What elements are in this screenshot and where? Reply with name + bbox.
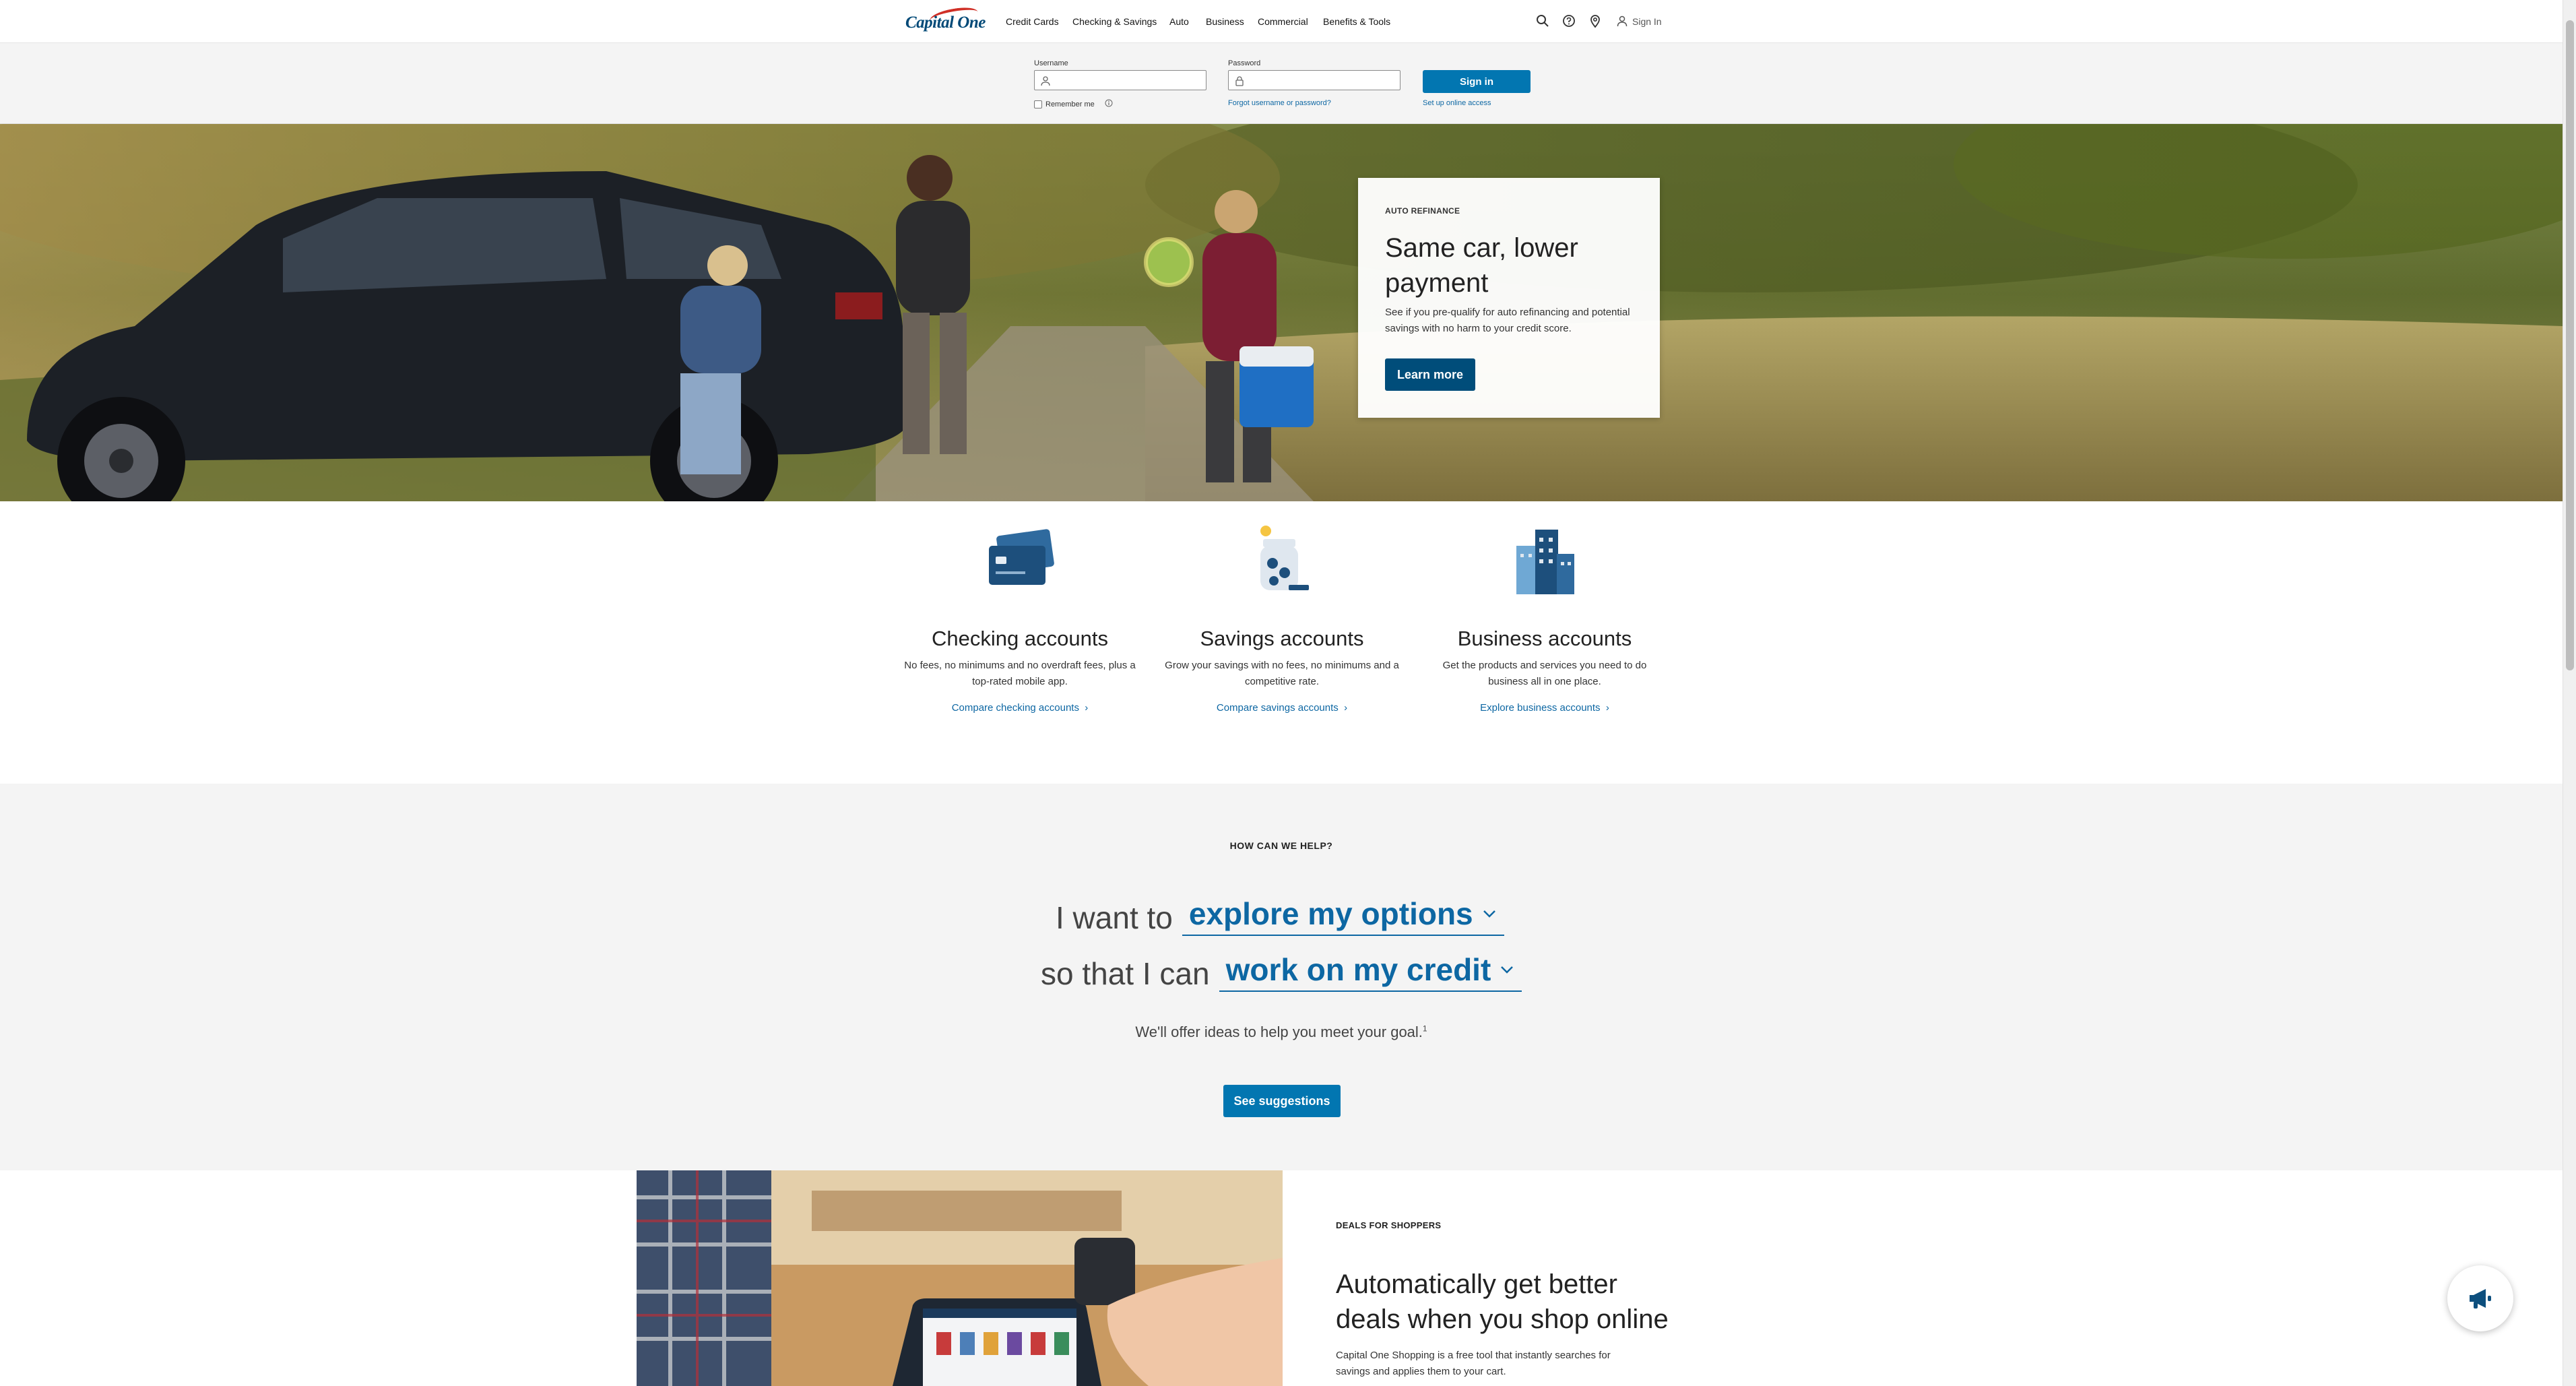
- nav-checking-savings[interactable]: Checking & Savings: [1072, 16, 1157, 27]
- savings-jar-icon: [1260, 526, 1309, 590]
- hero-photo: [0, 124, 2563, 501]
- user-icon: [1616, 15, 1628, 29]
- business-accounts-title: Business accounts: [1457, 627, 1632, 650]
- deals-photo: [637, 1170, 1283, 1386]
- deals-title: Automatically get better deals when you …: [1336, 1269, 1669, 1334]
- goal-select-2-value: work on my credit: [1225, 952, 1491, 987]
- location-icon[interactable]: [1588, 13, 1603, 28]
- chevron-right-icon: ›: [1603, 702, 1609, 714]
- login-bar: Username Password Sign in Remember me Fo…: [0, 43, 2563, 124]
- remember-me-label: Remember me: [1045, 100, 1095, 108]
- learn-more-button[interactable]: Learn more: [1385, 358, 1475, 391]
- help-eyebrow: HOW CAN WE HELP?: [1229, 840, 1333, 851]
- goal-row-1: I want to explore my options: [1056, 895, 1504, 936]
- chevron-right-icon: ›: [1082, 702, 1089, 714]
- hero-banner: AUTO REFINANCE Same car, lower payment S…: [0, 124, 2563, 501]
- lock-icon: [1235, 76, 1244, 86]
- nav-sign-in-link[interactable]: Sign In: [1616, 13, 1662, 30]
- forgot-credentials-link[interactable]: Forgot username or password?: [1228, 99, 1331, 107]
- chevron-down-icon: [1501, 966, 1514, 974]
- chevron-right-icon: ›: [1341, 702, 1348, 714]
- i-want-to-label: I want to: [1056, 900, 1173, 935]
- checking-accounts-tile: Checking accounts No fees, no minimums a…: [892, 519, 1148, 714]
- compare-checking-link[interactable]: Compare checking accounts ›: [892, 702, 1148, 714]
- remember-me-checkbox[interactable]: [1034, 100, 1042, 108]
- top-navigation: Capital One Credit Cards Checking & Savi…: [0, 0, 2563, 43]
- sign-in-button[interactable]: Sign in: [1423, 70, 1531, 93]
- info-icon[interactable]: [1105, 99, 1113, 109]
- username-label: Username: [1034, 59, 1068, 67]
- goal-row-2: so that I can work on my credit: [1041, 951, 1522, 992]
- deals-eyebrow: DEALS FOR SHOPPERS: [1336, 1220, 1442, 1230]
- page-scrollbar[interactable]: [2563, 0, 2576, 1386]
- see-suggestions-button[interactable]: See suggestions: [1223, 1085, 1341, 1117]
- explore-business-link[interactable]: Explore business accounts ›: [1417, 702, 1673, 714]
- capital-one-logo[interactable]: Capital One: [903, 4, 986, 38]
- nav-business[interactable]: Business: [1206, 16, 1244, 27]
- goal-select-1-value: explore my options: [1188, 896, 1473, 931]
- compare-savings-link[interactable]: Compare savings accounts ›: [1154, 702, 1410, 714]
- password-label: Password: [1228, 59, 1261, 67]
- savings-accounts-description: Grow your savings with no fees, no minim…: [1165, 660, 1399, 687]
- checking-accounts-description: No fees, no minimums and no overdraft fe…: [904, 660, 1136, 687]
- savings-accounts-tile: Savings accounts Grow your savings with …: [1154, 519, 1410, 714]
- nav-auto[interactable]: Auto: [1169, 16, 1189, 27]
- help-icon[interactable]: [1561, 13, 1576, 28]
- help-note: We'll offer ideas to help you meet your …: [0, 1023, 2563, 1041]
- how-can-we-help-section: HOW CAN WE HELP? I want to explore my op…: [0, 784, 2563, 1170]
- goal-select-1[interactable]: explore my options: [1182, 895, 1504, 936]
- logo-text: Capital One: [905, 13, 986, 32]
- password-field[interactable]: [1228, 70, 1400, 90]
- business-accounts-description: Get the products and services you need t…: [1442, 660, 1647, 687]
- setup-online-access-link[interactable]: Set up online access: [1423, 99, 1491, 107]
- checking-accounts-title: Checking accounts: [932, 627, 1108, 650]
- megaphone-icon: [2470, 1289, 2491, 1309]
- hero-eyebrow: AUTO REFINANCE: [1385, 206, 1460, 216]
- goal-select-2[interactable]: work on my credit: [1219, 951, 1522, 992]
- savings-accounts-title: Savings accounts: [1200, 627, 1364, 650]
- nav-benefits-tools[interactable]: Benefits & Tools: [1323, 16, 1390, 27]
- feedback-button[interactable]: [2447, 1265, 2513, 1331]
- nav-commercial[interactable]: Commercial: [1258, 16, 1308, 27]
- username-field[interactable]: [1034, 70, 1206, 90]
- chevron-down-icon: [1483, 910, 1495, 918]
- nav-sign-in-label: Sign In: [1632, 16, 1662, 27]
- footnote-marker[interactable]: 1: [1423, 1024, 1427, 1034]
- business-accounts-tile: Business accounts Get the products and s…: [1417, 519, 1673, 714]
- credit-cards-icon: [989, 529, 1054, 585]
- compare-savings-label: Compare savings accounts: [1216, 702, 1339, 714]
- deals-description: Capital One Shopping is a free tool that…: [1336, 1350, 1611, 1377]
- help-note-text: We'll offer ideas to help you meet your …: [1135, 1023, 1423, 1040]
- search-icon[interactable]: [1535, 13, 1550, 28]
- explore-business-label: Explore business accounts: [1480, 702, 1601, 714]
- scrollbar-thumb[interactable]: [2566, 20, 2574, 670]
- remember-me-row: Remember me: [1034, 99, 1113, 109]
- hero-title: Same car, lower payment: [1385, 233, 1578, 298]
- city-buildings-icon: [1516, 530, 1574, 594]
- user-icon: [1041, 76, 1050, 86]
- hero-promo-card: AUTO REFINANCE Same car, lower payment S…: [1358, 178, 1660, 418]
- nav-credit-cards[interactable]: Credit Cards: [1006, 16, 1059, 27]
- compare-checking-label: Compare checking accounts: [951, 702, 1079, 714]
- hero-description: See if you pre-qualify for auto refinanc…: [1385, 307, 1630, 334]
- so-that-i-can-label: so that I can: [1041, 956, 1210, 991]
